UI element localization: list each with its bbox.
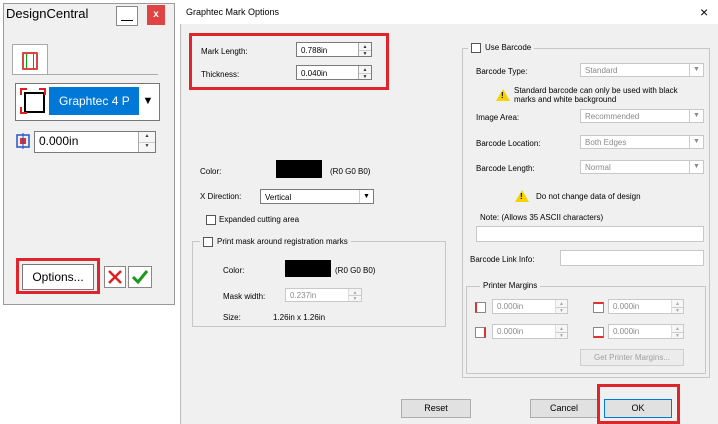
spin-down-icon[interactable]: ▼ (556, 332, 567, 339)
warning-icon (515, 190, 529, 202)
expanded-cutting-label: Expanded cutting area (219, 215, 300, 224)
tab-registration-marks[interactable] (12, 44, 48, 75)
margin-spinner[interactable]: ▲ ▼ (555, 325, 567, 339)
mask-color-value: (R0 G0 B0) (335, 266, 376, 275)
mask-width-spinner[interactable]: ▲ ▼ (348, 289, 361, 302)
margin-top-right-value: 0.000in (613, 302, 640, 311)
print-mask-legend: Print mask around registration marks (200, 237, 351, 247)
print-mask-checkbox[interactable] (203, 237, 213, 247)
barcode-length-value: Normal (585, 163, 611, 172)
printer-margins-legend: Printer Margins (480, 281, 541, 290)
mask-width-field[interactable]: 0.237in ▲ ▼ (285, 288, 362, 302)
margin-bottom-icon (593, 327, 604, 338)
mark-preview-icon (20, 88, 46, 114)
barcode-link-label: Barcode Link Info: (470, 255, 535, 264)
barcode-type-select[interactable]: Standard ▼ (580, 63, 704, 77)
color-label: Color: (200, 167, 222, 176)
margin-top-icon (593, 302, 604, 313)
barcode-type-label: Barcode Type: (476, 67, 528, 76)
mask-color-swatch[interactable] (285, 260, 331, 277)
expanded-cutting-checkbox[interactable] (206, 215, 216, 225)
mask-color-label: Color: (223, 266, 245, 275)
barcode-location-value: Both Edges (585, 138, 627, 147)
chevron-down-icon[interactable]: ▼ (140, 87, 156, 115)
x-direction-value: Vertical (265, 193, 292, 202)
cancel-button[interactable]: Cancel (530, 399, 598, 418)
dialog-title: Graphtec Mark Options (186, 7, 280, 17)
margin-spinner[interactable]: ▲ ▼ (671, 325, 683, 339)
margin-bottom-left-field[interactable]: 0.000in ▲ ▼ (492, 324, 568, 339)
barcode-warning-line1: Standard barcode can only be used with b… (514, 86, 678, 95)
use-barcode-label: Use Barcode (485, 43, 532, 53)
spin-down-icon[interactable]: ▼ (349, 295, 361, 302)
margin-bottom-right-value: 0.000in (613, 327, 640, 336)
chevron-down-icon[interactable]: ▼ (689, 136, 703, 148)
palette-close-button[interactable]: x (147, 5, 165, 25)
barcode-length-label: Barcode Length: (476, 164, 535, 173)
highlight-options-button (16, 258, 100, 294)
chevron-down-icon[interactable]: ▼ (689, 161, 703, 173)
note-input[interactable] (476, 226, 704, 242)
mask-width-label: Mask width: (223, 292, 266, 301)
barcode-length-select[interactable]: Normal ▼ (580, 160, 704, 174)
design-central-title: DesignCentral (6, 6, 89, 21)
barcode-location-label: Barcode Location: (476, 139, 541, 148)
registration-marks-icon (22, 52, 38, 70)
margin-spinner[interactable]: ▲ ▼ (671, 300, 683, 314)
mark-distance-icon (16, 133, 30, 149)
image-area-select[interactable]: Recommended ▼ (580, 109, 704, 123)
chevron-down-icon[interactable]: ▼ (689, 64, 703, 76)
spin-down-icon[interactable]: ▼ (672, 307, 683, 314)
apply-marks-icon[interactable] (128, 266, 152, 288)
margin-bottom-left-value: 0.000in (497, 327, 524, 336)
barcode-type-value: Standard (585, 66, 618, 75)
mark-type-selected: Graphtec 4 P (49, 87, 139, 115)
color-swatch[interactable] (276, 160, 322, 178)
reset-button[interactable]: Reset (401, 399, 471, 418)
mark-distance-field[interactable]: 0.000in ▲ ▼ (34, 131, 156, 153)
chevron-down-icon[interactable]: ▼ (359, 190, 373, 203)
design-warning: Do not change data of design (536, 192, 641, 201)
cancel-marks-icon[interactable] (104, 266, 126, 288)
x-direction-select[interactable]: Vertical ▼ (260, 189, 374, 204)
spin-down-icon[interactable]: ▼ (556, 307, 567, 314)
minimize-button[interactable] (116, 6, 138, 26)
barcode-location-select[interactable]: Both Edges ▼ (580, 135, 704, 149)
warning-icon (496, 89, 510, 101)
barcode-link-input[interactable] (560, 250, 704, 266)
x-direction-label: X Direction: (200, 192, 242, 201)
distance-spinner[interactable]: ▲ ▼ (138, 132, 155, 152)
spin-down-icon[interactable]: ▼ (672, 332, 683, 339)
spin-down-icon[interactable]: ▼ (139, 142, 155, 152)
color-value: (R0 G0 B0) (330, 167, 371, 176)
barcode-warning-line2: marks and white background (514, 95, 617, 104)
image-area-value: Recommended (585, 112, 640, 121)
size-value: 1.26in x 1.26in (273, 313, 326, 322)
margin-left-icon (475, 302, 486, 313)
print-mask-label: Print mask around registration marks (217, 237, 348, 247)
get-printer-margins-button[interactable]: Get Printer Margins... (580, 349, 684, 366)
image-area-label: Image Area: (476, 113, 520, 122)
margin-bottom-right-field[interactable]: 0.000in ▲ ▼ (608, 324, 684, 339)
dialog-close-icon[interactable]: × (700, 4, 708, 20)
margin-top-left-field[interactable]: 0.000in ▲ ▼ (492, 299, 568, 314)
note-label: Note: (Allows 35 ASCII characters) (480, 213, 604, 222)
highlight-mark-size (189, 33, 389, 90)
barcode-warning: Standard barcode can only be used with b… (514, 86, 678, 104)
mark-type-dropdown[interactable]: Graphtec 4 P ▼ (15, 83, 160, 121)
mask-width-value: 0.237in (290, 291, 317, 300)
margin-right-icon (475, 327, 486, 338)
margin-top-right-field[interactable]: 0.000in ▲ ▼ (608, 299, 684, 314)
chevron-down-icon[interactable]: ▼ (689, 110, 703, 122)
use-barcode-checkbox[interactable] (471, 43, 481, 53)
highlight-ok-button (597, 384, 680, 424)
tab-divider (12, 74, 158, 77)
size-label: Size: (223, 313, 241, 322)
margin-spinner[interactable]: ▲ ▼ (555, 300, 567, 314)
mark-distance-value: 0.000in (39, 134, 79, 148)
margin-top-left-value: 0.000in (497, 302, 524, 311)
use-barcode-legend: Use Barcode (468, 43, 535, 53)
